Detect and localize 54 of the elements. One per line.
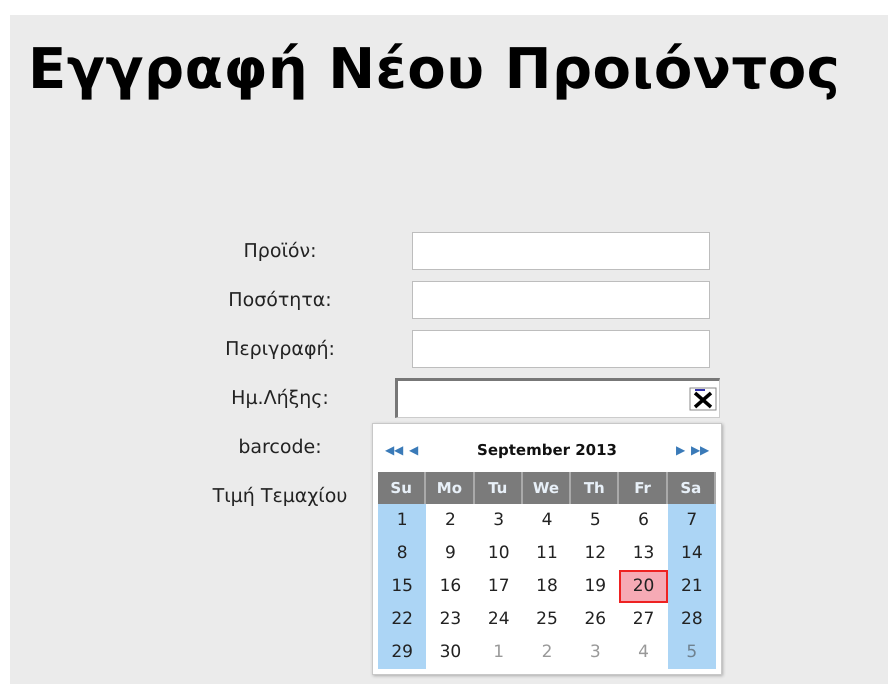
calendar-day[interactable]: 3 [474, 504, 523, 537]
calendar-day[interactable]: 30 [426, 636, 475, 669]
weekday-header: Mo [426, 472, 475, 504]
month-title: September 2013 [476, 441, 618, 459]
calendar-day[interactable]: 5 [571, 504, 620, 537]
input-field[interactable] [412, 281, 710, 319]
next-month-button[interactable]: ▶ [673, 443, 688, 457]
weekday-header: Sa [668, 472, 716, 504]
calendar-day[interactable]: 18 [522, 570, 572, 603]
calendar-day[interactable]: 17 [474, 570, 523, 603]
calendar-day[interactable]: 25 [522, 603, 572, 636]
calendar-day[interactable]: 21 [668, 570, 716, 603]
calendar-day[interactable]: 10 [474, 537, 523, 570]
calendar-day[interactable]: 15 [378, 570, 426, 603]
calendar-day[interactable]: 27 [619, 603, 668, 636]
field-label: Τιμή Τεμαχίου [212, 485, 348, 507]
weekday-header: Su [378, 472, 426, 504]
calendar-day[interactable]: 19 [571, 570, 620, 603]
calendar-day[interactable]: 22 [378, 603, 426, 636]
previous-month-button[interactable]: ◀ [406, 443, 421, 457]
calendar-day[interactable]: 13 [619, 537, 668, 570]
calendar-day[interactable]: 1 [378, 504, 426, 537]
calendar-day[interactable]: 28 [668, 603, 716, 636]
field-label: Ημ.Λήξης: [230, 387, 330, 409]
next-year-button[interactable]: ▶▶ [688, 443, 712, 457]
clear-icon[interactable] [689, 387, 717, 411]
calendar-day[interactable]: 4 [522, 504, 572, 537]
input-field[interactable] [412, 330, 710, 368]
calendar-day[interactable]: 20 [619, 570, 668, 603]
calendar-day[interactable]: 11 [522, 537, 572, 570]
calendar-day[interactable]: 2 [426, 504, 475, 537]
field-label: Περιγραφή: [224, 338, 336, 360]
calendar-day[interactable]: 26 [571, 603, 620, 636]
field-label: Ποσότητα: [227, 289, 333, 311]
calendar-day[interactable]: 23 [426, 603, 475, 636]
input-field[interactable] [412, 232, 710, 270]
calendar-day[interactable]: 14 [668, 537, 716, 570]
field-label: Προϊόν: [242, 240, 318, 262]
date-field[interactable] [395, 378, 720, 418]
field-label: barcode: [237, 436, 323, 458]
calendar-day[interactable]: 6 [619, 504, 668, 537]
previous-year-button[interactable]: ◀◀ [382, 443, 406, 457]
page-title: Εγγραφή Νέου Προιόντος [27, 36, 842, 102]
calendar-day[interactable]: 9 [426, 537, 475, 570]
calendar-day[interactable]: 8 [378, 537, 426, 570]
calendar-day[interactable]: 16 [426, 570, 475, 603]
weekday-header: Th [571, 472, 620, 504]
calendar-day[interactable]: 12 [571, 537, 620, 570]
weekday-header: We [522, 472, 572, 504]
weekday-header: Fr [619, 472, 668, 504]
calendar-day[interactable]: 29 [378, 636, 426, 669]
weekday-header: Tu [474, 472, 523, 504]
calendar-day[interactable]: 24 [474, 603, 523, 636]
calendar-day[interactable]: 7 [668, 504, 716, 537]
